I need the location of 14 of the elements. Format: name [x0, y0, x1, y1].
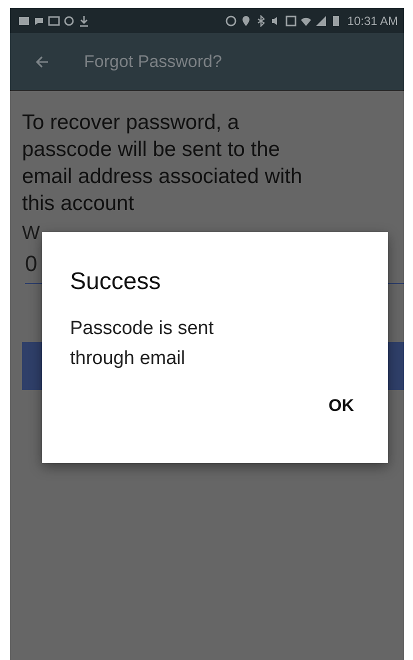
image-icon: [48, 14, 60, 26]
dialog-title: Success: [70, 268, 162, 296]
status-time: 10:31 AM: [347, 14, 398, 28]
field-label: W: [22, 223, 41, 245]
signal-icon: [315, 14, 328, 26]
instructions-text: To recover password, a passcode will be sent to the email address associated with this account: [22, 110, 304, 217]
screen-title: Forgot Password?: [84, 52, 222, 72]
download-icon: [78, 14, 90, 26]
image-icon: [18, 14, 30, 26]
bluetooth-icon: [255, 14, 268, 26]
location-icon: [240, 14, 252, 26]
ok-button[interactable]: OK: [320, 392, 362, 420]
dialog-message: Passcode is sent through email: [70, 317, 215, 371]
back-arrow-icon[interactable]: [34, 54, 50, 70]
